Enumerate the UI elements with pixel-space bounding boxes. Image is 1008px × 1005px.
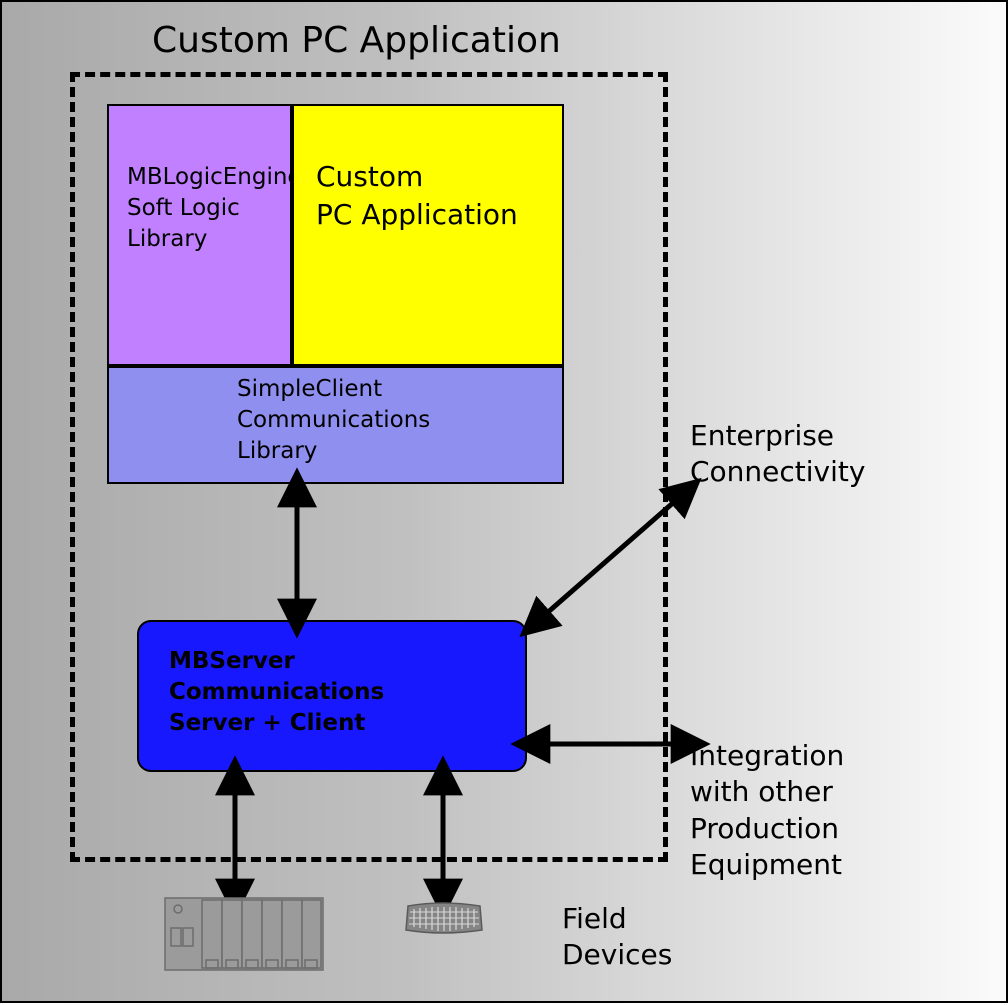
mbserver-box: MBServerCommunicationsServer + Client — [137, 620, 527, 772]
enterprise-connectivity-label: EnterpriseConnectivity — [690, 418, 865, 491]
mblogic-engine-label: MBLogicEngineSoft LogicLibrary — [127, 164, 302, 252]
diagram-title: Custom PC Application — [152, 20, 561, 61]
field-module-icon — [406, 903, 482, 933]
integration-label: Integrationwith otherProductionEquipment — [690, 738, 844, 884]
simpleclient-box: SimpleClientCommunicationsLibrary — [107, 366, 564, 484]
mbserver-label: MBServerCommunicationsServer + Client — [169, 648, 384, 736]
simpleclient-label: SimpleClientCommunicationsLibrary — [237, 376, 430, 464]
mblogic-engine-box: MBLogicEngineSoft LogicLibrary — [107, 104, 292, 366]
diagram-canvas: Custom PC Application MBLogicEngineSoft … — [0, 0, 1008, 1003]
plc-rack-icon — [165, 898, 323, 970]
custom-pc-app-label: CustomPC Application — [316, 160, 518, 231]
field-devices-label: FieldDevices — [562, 901, 672, 974]
custom-pc-app-box: CustomPC Application — [292, 104, 564, 366]
